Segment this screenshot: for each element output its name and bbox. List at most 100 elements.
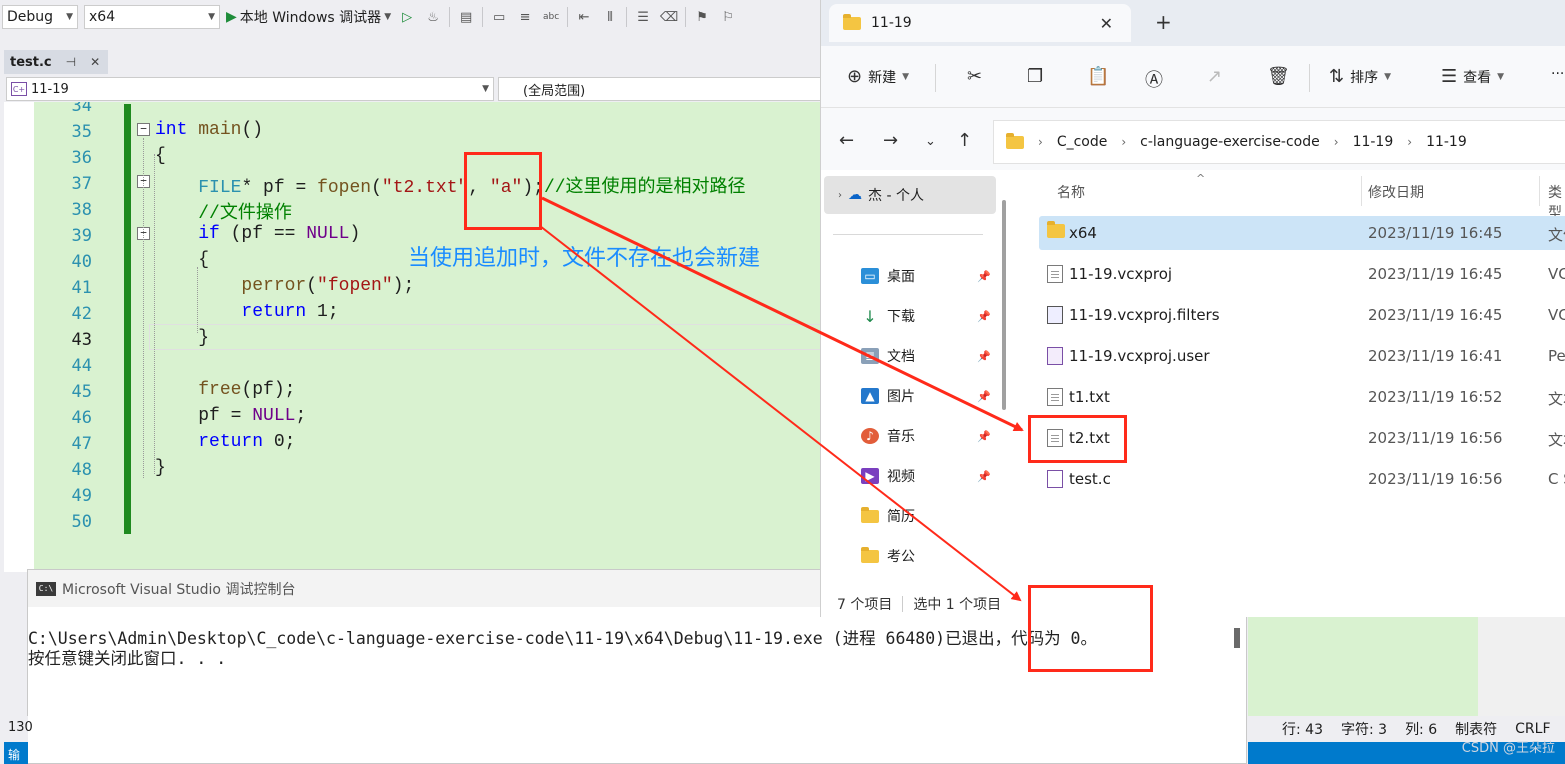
paste-button[interactable]: 📋 xyxy=(1087,66,1109,87)
column-header-name[interactable]: 名称 xyxy=(1057,182,1085,202)
share-icon: ↗ xyxy=(1207,66,1223,87)
nav-item-resume[interactable]: 简历 xyxy=(861,504,991,528)
file-row[interactable]: 11-19.vcxproj 2023/11/19 16:45 VC xyxy=(1039,257,1565,291)
current-line-highlight xyxy=(149,324,820,350)
back-icon[interactable]: ← xyxy=(839,130,854,151)
file-scope-combo[interactable]: C+ 11-19 ▼ xyxy=(6,77,494,101)
bookmark-prev-icon[interactable]: ⚐ xyxy=(718,7,738,27)
fold-toggle-icon[interactable]: − xyxy=(137,123,150,136)
column-divider[interactable] xyxy=(1361,176,1362,206)
address-bar[interactable]: › C_code › c-language-exercise-code › 11… xyxy=(993,120,1565,164)
new-button[interactable]: ⊕ 新建 ▼ xyxy=(847,66,909,87)
code-line-43: } xyxy=(155,328,210,348)
pin-icon[interactable]: ⊣ xyxy=(66,55,76,69)
line-indicator[interactable]: 行: 43 xyxy=(1282,719,1323,739)
file-row[interactable]: t1.txt 2023/11/19 16:52 文本 xyxy=(1039,380,1565,414)
nav-item-documents[interactable]: ≣ 文档 📌 xyxy=(861,344,991,368)
explorer-tab[interactable]: 11-19 ✕ xyxy=(829,4,1131,42)
line-number: 42 xyxy=(71,304,92,324)
column-divider[interactable] xyxy=(1539,176,1540,206)
code-editor[interactable]: 34 35 36 37 38 39 40 41 42 43 44 45 46 47 48 49 50 − − −… xyxy=(4,102,820,572)
step-icon[interactable]: ⇤ xyxy=(574,7,594,27)
nav-label: 考公 xyxy=(887,549,915,565)
nav-item-videos[interactable]: ▶ 视频 📌 xyxy=(861,464,991,488)
zoom-indicator[interactable]: 130 xyxy=(4,716,33,742)
nav-item-pictures[interactable]: ▲ 图片 📌 xyxy=(861,384,991,408)
breadcrumb-item[interactable]: 11-19 xyxy=(1353,134,1394,150)
cut-button[interactable]: ✂ xyxy=(967,66,982,87)
nav-item-onedrive[interactable]: › ☁ 杰 - 个人 xyxy=(824,176,996,214)
new-tab-icon[interactable]: + xyxy=(1155,10,1172,34)
nav-scrollbar[interactable] xyxy=(1002,200,1006,410)
chevron-right-icon: › xyxy=(1407,135,1413,149)
line-number: 36 xyxy=(71,148,92,168)
format-icon[interactable]: ≡ xyxy=(515,7,535,27)
tab-title: 11-19 xyxy=(871,15,912,31)
file-explorer-window[interactable]: 11-19 ✕ + ⊕ 新建 ▼ ✂ ❐ 📋 Ⓐ ↗ 🗑 ⇅ 排序 ▼ ☰ 查看… xyxy=(820,0,1565,617)
more-button[interactable]: ··· xyxy=(1551,66,1564,82)
close-tab-icon[interactable]: ✕ xyxy=(1100,14,1113,33)
selected-count: 选中 1 个项目 xyxy=(913,596,1002,613)
share-button[interactable]: ↗ xyxy=(1207,66,1222,87)
code-line-37: FILE* pf = fopen("t2.txt", "a");//这里使用的是… xyxy=(198,178,746,198)
col-indicator[interactable]: 列: 6 xyxy=(1405,719,1437,739)
char-indicator[interactable]: 字符: 3 xyxy=(1341,719,1387,739)
nav-item-downloads[interactable]: ↓ 下载 📌 xyxy=(861,304,991,328)
nav-item-desktop[interactable]: ▭ 桌面 📌 xyxy=(861,264,991,288)
global-scope-combo[interactable]: (全局范围) xyxy=(498,77,828,101)
eol-indicator[interactable]: CRLF xyxy=(1515,721,1550,737)
forward-icon[interactable]: → xyxy=(883,130,898,151)
line-number: 39 xyxy=(71,226,92,246)
file-date: 2023/11/19 16:45 xyxy=(1368,265,1503,283)
tab-indicator[interactable]: 制表符 xyxy=(1455,719,1497,739)
breadcrumb-item[interactable]: 11-19 xyxy=(1426,134,1467,150)
up-icon[interactable]: ↑ xyxy=(957,130,972,151)
spell-check-icon[interactable]: abc xyxy=(541,7,561,27)
chevron-down-icon: ▼ xyxy=(1497,71,1505,82)
view-button[interactable]: ☰ 查看 ▼ xyxy=(1441,66,1504,87)
config-combo[interactable]: Debug ▼ xyxy=(2,5,78,29)
close-icon[interactable]: ✕ xyxy=(90,55,100,69)
indent-icon[interactable]: ⫴ xyxy=(600,7,620,27)
file-row[interactable]: 11-19.vcxproj.filters 2023/11/19 16:45 V… xyxy=(1039,298,1565,332)
nav-item-music[interactable]: ♪ 音乐 📌 xyxy=(861,424,991,448)
line-number: 41 xyxy=(71,278,92,298)
run-without-debug-icon[interactable]: ▷ xyxy=(397,7,417,27)
recent-chevron-icon[interactable]: ⌄ xyxy=(925,134,936,149)
tab-test-c[interactable]: test.c ⊣ ✕ xyxy=(4,50,108,74)
chevron-down-icon: ▼ xyxy=(66,12,73,22)
platform-combo[interactable]: x64 ▼ xyxy=(84,5,220,29)
folder-shape xyxy=(861,506,879,523)
window-layout-icon[interactable]: ▭ xyxy=(489,7,509,27)
rename-icon: Ⓐ xyxy=(1145,70,1163,91)
delete-button[interactable]: 🗑 xyxy=(1267,66,1290,87)
console-app-icon: C:\ xyxy=(36,581,56,596)
column-header-date[interactable]: 修改日期 xyxy=(1368,182,1424,202)
uncomment-icon[interactable]: ⌫ xyxy=(659,7,679,27)
folder-shape xyxy=(1047,221,1065,238)
bookmark-icon[interactable]: ⚑ xyxy=(692,7,712,27)
nav-label: 杰 - 个人 xyxy=(868,188,924,204)
pin-icon: 📌 xyxy=(977,309,991,323)
file-row[interactable]: 11-19.vcxproj.user 2023/11/19 16:41 Pe xyxy=(1039,339,1565,373)
folder-search-icon[interactable]: ▤ xyxy=(456,7,476,27)
breadcrumb-item[interactable]: C_code xyxy=(1057,134,1108,150)
file-row[interactable]: x64 2023/11/19 16:45 文件 xyxy=(1039,216,1565,250)
hot-reload-icon[interactable]: ♨ xyxy=(423,7,443,27)
rename-button[interactable]: Ⓐ xyxy=(1145,66,1163,92)
copy-button[interactable]: ❐ xyxy=(1027,66,1043,87)
vs-toolbar: Debug ▼ x64 ▼ ▶ 本地 Windows 调试器 ▼ ▷ ♨ ▤ ▭ ≡… xyxy=(0,0,820,34)
folder-icon xyxy=(861,546,879,564)
folder-icon xyxy=(843,13,861,30)
breadcrumb-item[interactable]: c-language-exercise-code xyxy=(1140,134,1320,150)
comment-icon[interactable]: ☰ xyxy=(633,7,653,27)
output-label[interactable]: 输 xyxy=(4,742,28,764)
file-row[interactable]: test.c 2023/11/19 16:56 C S xyxy=(1039,462,1565,496)
chevron-down-icon: ▼ xyxy=(208,12,215,22)
code-line-35: int main() xyxy=(155,120,264,140)
nav-item-exam[interactable]: 考公 xyxy=(861,544,991,568)
sort-button[interactable]: ⇅ 排序 ▼ xyxy=(1329,66,1391,87)
start-debug-button[interactable]: ▶ 本地 Windows 调试器 ▼ xyxy=(226,7,391,27)
chevron-right-icon: › xyxy=(1038,135,1043,149)
console-scrollbar[interactable] xyxy=(1234,628,1240,648)
